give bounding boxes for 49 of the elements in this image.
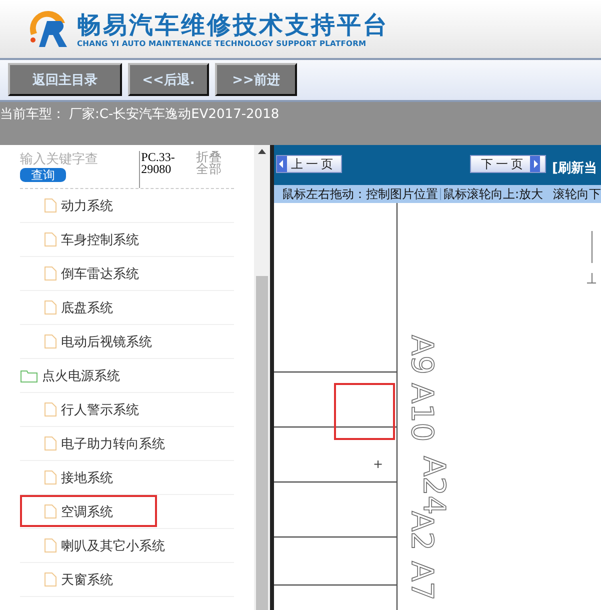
document-icon: [43, 572, 57, 587]
nav-button[interactable]: <<后退.: [128, 63, 209, 96]
nav-button[interactable]: >>前进: [215, 63, 297, 96]
tree-item[interactable]: 动力系统: [61, 196, 113, 214]
tree-item[interactable]: 电动后视镜系统: [61, 332, 152, 350]
pin-label: A10: [404, 383, 439, 442]
document-icon: [43, 334, 57, 349]
next-page-button[interactable]: 下一页: [470, 155, 546, 173]
hint-text: 鼠标滚轮向上:放大: [443, 186, 544, 202]
pin-label: A9: [404, 335, 439, 375]
tree-item[interactable]: 喇叭及其它小系统: [61, 536, 165, 554]
wiring-diagram[interactable]: A9 A10 A24A2 A7 +: [274, 203, 601, 610]
scroll-up-arrow-icon[interactable]: [258, 149, 266, 154]
diagram-mark-stub: [586, 230, 596, 284]
hint-text: 鼠标左右拖动：控制图片位置: [282, 186, 438, 202]
previous-page-button[interactable]: 上一页: [276, 155, 342, 173]
document-icon: [43, 198, 57, 213]
folder-icon: [20, 368, 38, 383]
document-icon: [43, 300, 57, 315]
document-icon: [43, 436, 57, 451]
tree-item[interactable]: 电子助力转向系统: [61, 434, 165, 452]
vehicle-label: 当前车型：: [0, 106, 65, 123]
tree-item[interactable]: 倒车雷达系统: [61, 264, 139, 282]
tree-item[interactable]: 接地系统: [61, 468, 113, 486]
pin-label: A7: [404, 561, 439, 601]
scrollbar-thumb[interactable]: [256, 276, 268, 610]
pin-label: A2: [404, 511, 439, 551]
scrollbar[interactable]: [254, 145, 270, 610]
tree-item[interactable]: 行人警示系统: [61, 400, 139, 418]
hint-text: 滚轮向下: [553, 186, 601, 202]
search-button[interactable]: 查询: [20, 168, 66, 182]
document-icon: [43, 470, 57, 485]
document-icon: [43, 232, 57, 247]
tree-item[interactable]: 车身控制系统: [61, 230, 139, 248]
document-icon: [43, 402, 57, 417]
plus-mark: +: [373, 457, 384, 471]
nav-button[interactable]: 返回主目录: [8, 63, 122, 96]
document-icon: [43, 266, 57, 281]
vehicle-model: 厂家:C-长安汽车逸动EV2017-2018: [69, 106, 280, 123]
refresh-link[interactable]: [刷新当: [552, 159, 597, 177]
site-title: 畅易汽车维修技术支持平台: [77, 10, 389, 38]
part-code: PC.33-29080: [139, 151, 190, 188]
tree-item[interactable]: 点火电源系统: [42, 366, 120, 384]
highlight-box: [334, 383, 395, 440]
tree-item[interactable]: 天窗系统: [61, 570, 113, 588]
document-icon: [43, 538, 57, 553]
document-icon: [43, 504, 57, 519]
tree-item[interactable]: 空调系统: [61, 502, 113, 520]
tree-item[interactable]: 底盘系统: [61, 298, 113, 316]
